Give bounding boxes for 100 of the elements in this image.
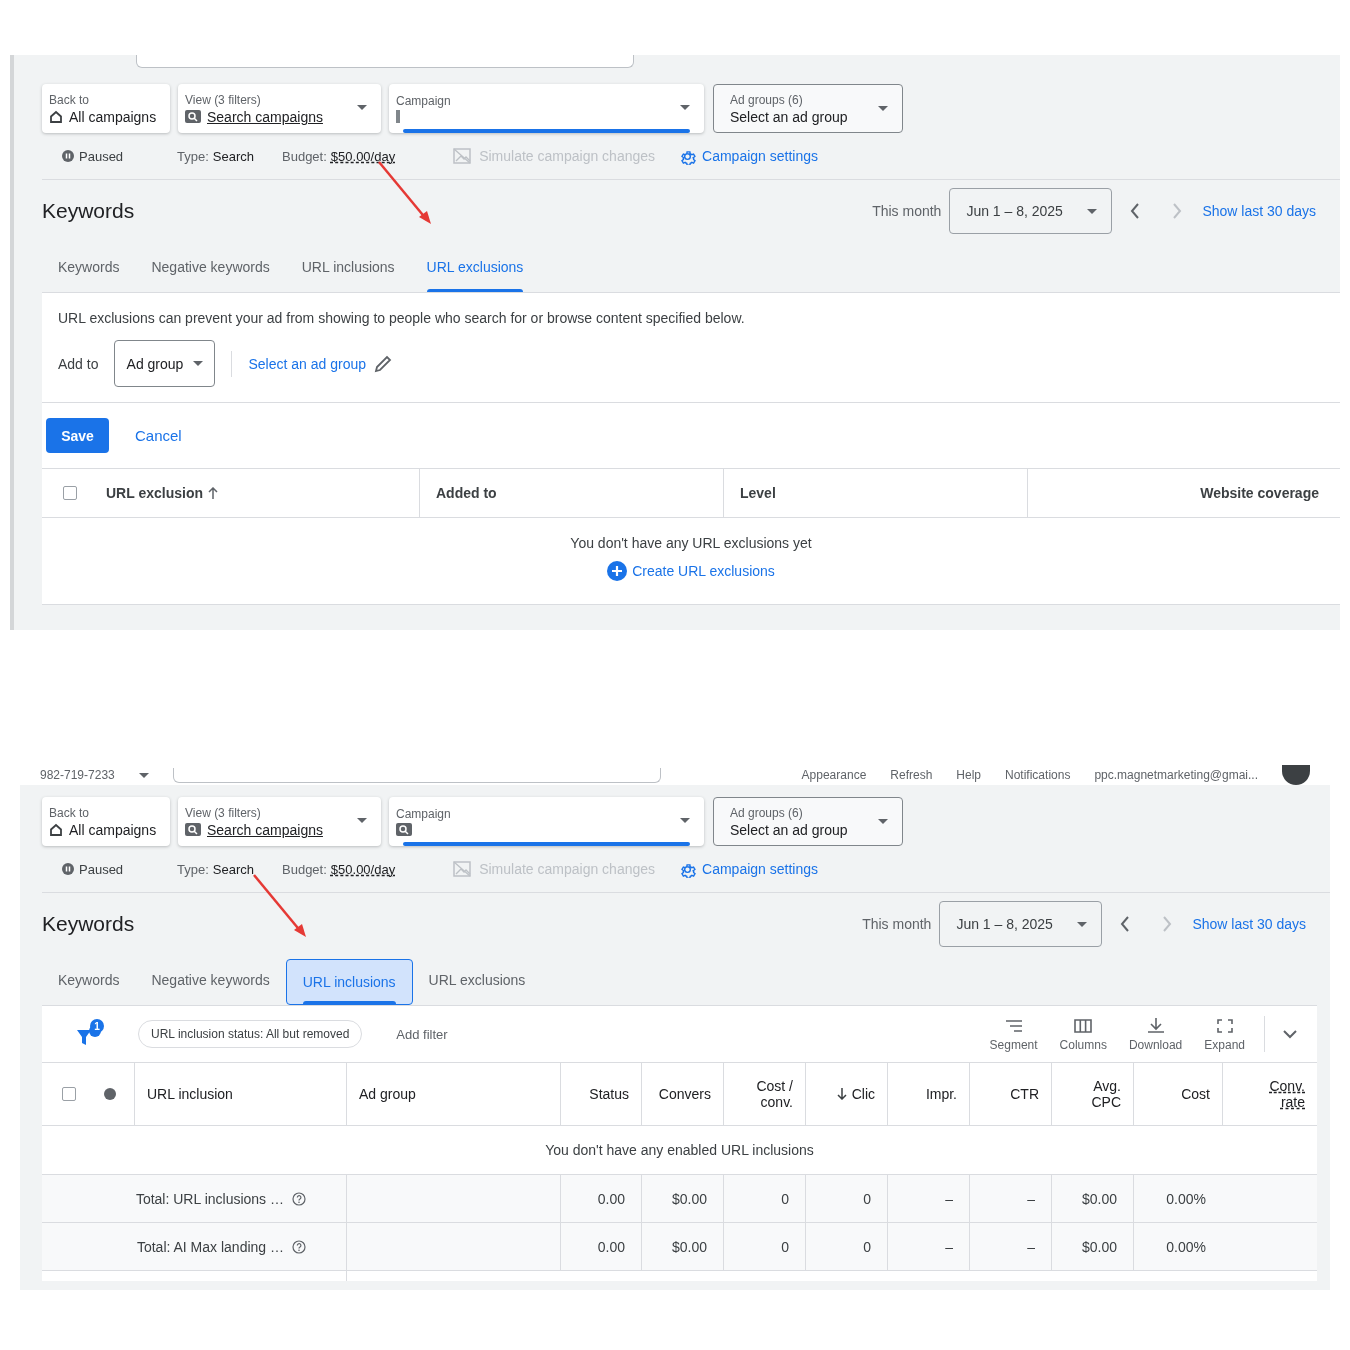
column-header[interactable]: Impr. <box>925 1086 957 1102</box>
account-id[interactable]: 982-719-7233 <box>40 768 115 782</box>
column-header[interactable]: Added to <box>436 485 497 501</box>
table-cell: – <box>945 1190 953 1207</box>
ad-group-selector[interactable]: Ad groups (6) Select an ad group <box>713 797 903 846</box>
campaign-selector[interactable]: Campaign <box>389 84 704 133</box>
search-icon <box>185 823 201 836</box>
previous-icon[interactable] <box>1130 203 1141 219</box>
view-selector[interactable]: View (3 filters) Search campaigns <box>178 84 381 133</box>
search-icon <box>185 110 201 123</box>
back-to-all-campaigns-button[interactable]: Back to All campaigns <box>42 797 170 846</box>
tab[interactable]: Keywords <box>42 242 136 292</box>
toolbar-button[interactable]: Columns <box>1048 1018 1118 1052</box>
column-header[interactable]: CTR <box>1010 1086 1039 1102</box>
sort-ascending-icon[interactable] <box>208 487 218 499</box>
column-header[interactable]: Ad group <box>359 1086 416 1102</box>
avatar[interactable] <box>1282 765 1310 785</box>
tab[interactable]: Negative keywords <box>135 955 286 1005</box>
download-icon <box>1146 1016 1165 1033</box>
pause-icon <box>62 863 74 875</box>
column-header[interactable]: Level <box>740 485 776 501</box>
caret-icon <box>1087 208 1098 214</box>
account-email[interactable]: ppc.magnetmarketing@gmai... <box>1094 768 1258 782</box>
ad-group-selector[interactable]: Ad groups (6) Select an ad group <box>713 84 903 133</box>
back-to-all-campaigns-button[interactable]: Back to All campaigns <box>42 84 170 133</box>
column-header[interactable]: Cost <box>1181 1086 1210 1102</box>
chevron-down-icon[interactable] <box>1283 1029 1297 1039</box>
table-cell: 0 <box>863 1190 871 1207</box>
crossed-image-icon <box>453 148 472 164</box>
level-dropdown[interactable]: Ad group <box>114 340 216 387</box>
add-circle-icon <box>607 561 628 581</box>
date-range-picker[interactable]: Jun 1 – 8, 2025 <box>949 188 1113 234</box>
caret-icon <box>680 105 690 110</box>
column-header[interactable]: Convers <box>658 1086 711 1102</box>
status-text: Paused <box>79 861 124 877</box>
select-all-checkbox[interactable] <box>63 486 77 500</box>
table-cell: $0.00 <box>671 1190 707 1207</box>
select-all-checkbox[interactable] <box>62 1087 76 1101</box>
column-header[interactable]: URL inclusion <box>147 1086 233 1102</box>
tab[interactable]: URL inclusions <box>285 959 413 1005</box>
column-header[interactable]: Cost / conv. <box>756 1078 793 1110</box>
cancel-button[interactable]: Cancel <box>129 426 188 445</box>
crossed-image-icon <box>453 861 472 877</box>
tab[interactable]: URL exclusions <box>412 955 542 1005</box>
pencil-icon <box>374 354 392 373</box>
date-range-picker[interactable]: Jun 1 – 8, 2025 <box>939 901 1103 947</box>
caret-icon <box>878 106 888 111</box>
column-header[interactable]: Clic <box>851 1086 875 1102</box>
date-range-label: This month <box>872 203 942 219</box>
tab[interactable]: Negative keywords <box>135 242 286 292</box>
expand-icon <box>1216 1018 1233 1033</box>
view-selector[interactable]: View (3 filters) Search campaigns <box>178 797 381 846</box>
caret-icon <box>138 772 149 778</box>
column-header[interactable]: Conv. rate <box>1269 1078 1305 1110</box>
search-icon <box>396 823 412 836</box>
caret-icon <box>878 819 888 824</box>
table-cell: 0.00 <box>597 1190 625 1207</box>
table-cell: $0.00 <box>1081 1190 1117 1207</box>
toolbar-button[interactable]: Segment <box>978 1018 1049 1052</box>
description-text: URL exclusions can prevent your ad from showing to people who search for or browse content specified below. <box>57 309 746 328</box>
campaign-settings-link[interactable]: Campaign settings <box>679 860 818 878</box>
save-button[interactable]: Save <box>46 418 109 453</box>
header-link[interactable]: Notifications <box>1005 768 1071 782</box>
header-link[interactable]: Refresh <box>890 768 933 782</box>
column-header[interactable]: Avg. CPC <box>1091 1078 1121 1110</box>
table-cell: – <box>1027 1238 1035 1255</box>
column-header[interactable]: URL exclusion <box>106 485 203 501</box>
table-cell: $0.00 <box>671 1238 707 1255</box>
table-cell: 0.00% <box>1166 1238 1206 1255</box>
tab[interactable]: Keywords <box>42 955 136 1005</box>
show-last-30-days-link[interactable]: Show last 30 days <box>1192 916 1306 932</box>
date-range-label: This month <box>862 916 932 932</box>
help-icon[interactable] <box>292 1191 306 1206</box>
campaign-type: Type: Search <box>177 148 255 164</box>
sort-descending-icon[interactable] <box>836 1088 847 1100</box>
search-field[interactable] <box>172 767 661 783</box>
caret-icon <box>1077 921 1088 927</box>
show-last-30-days-link[interactable]: Show last 30 days <box>1202 203 1316 219</box>
previous-icon[interactable] <box>1120 916 1131 932</box>
toolbar-button[interactable]: Download <box>1117 1016 1194 1052</box>
campaign-selector[interactable]: Campaign <box>389 797 704 846</box>
home-icon <box>49 109 63 124</box>
header-link[interactable]: Help <box>956 768 982 782</box>
table-cell: 0 <box>781 1190 789 1207</box>
add-filter-button[interactable]: Add filter <box>390 1025 454 1043</box>
search-field[interactable] <box>136 55 634 68</box>
status-dot-icon <box>104 1088 116 1100</box>
create-url-exclusions-link[interactable]: Create URL exclusions <box>607 561 775 581</box>
header-link[interactable]: Appearance <box>801 768 867 782</box>
tab[interactable]: URL inclusions <box>285 242 411 292</box>
add-to-label: Add to <box>58 355 99 372</box>
filter-chip[interactable]: URL inclusion status: All but removed <box>138 1020 363 1048</box>
table-cell: – <box>945 1238 953 1255</box>
column-header[interactable]: Status <box>589 1086 629 1102</box>
help-icon[interactable] <box>292 1239 306 1254</box>
select-ad-group-link[interactable]: Select an ad group <box>248 354 392 373</box>
tab[interactable]: URL exclusions <box>410 242 540 292</box>
toolbar-button[interactable]: Expand <box>1193 1018 1256 1052</box>
column-header[interactable]: Website coverage <box>1200 485 1319 501</box>
campaign-settings-link[interactable]: Campaign settings <box>679 147 818 165</box>
